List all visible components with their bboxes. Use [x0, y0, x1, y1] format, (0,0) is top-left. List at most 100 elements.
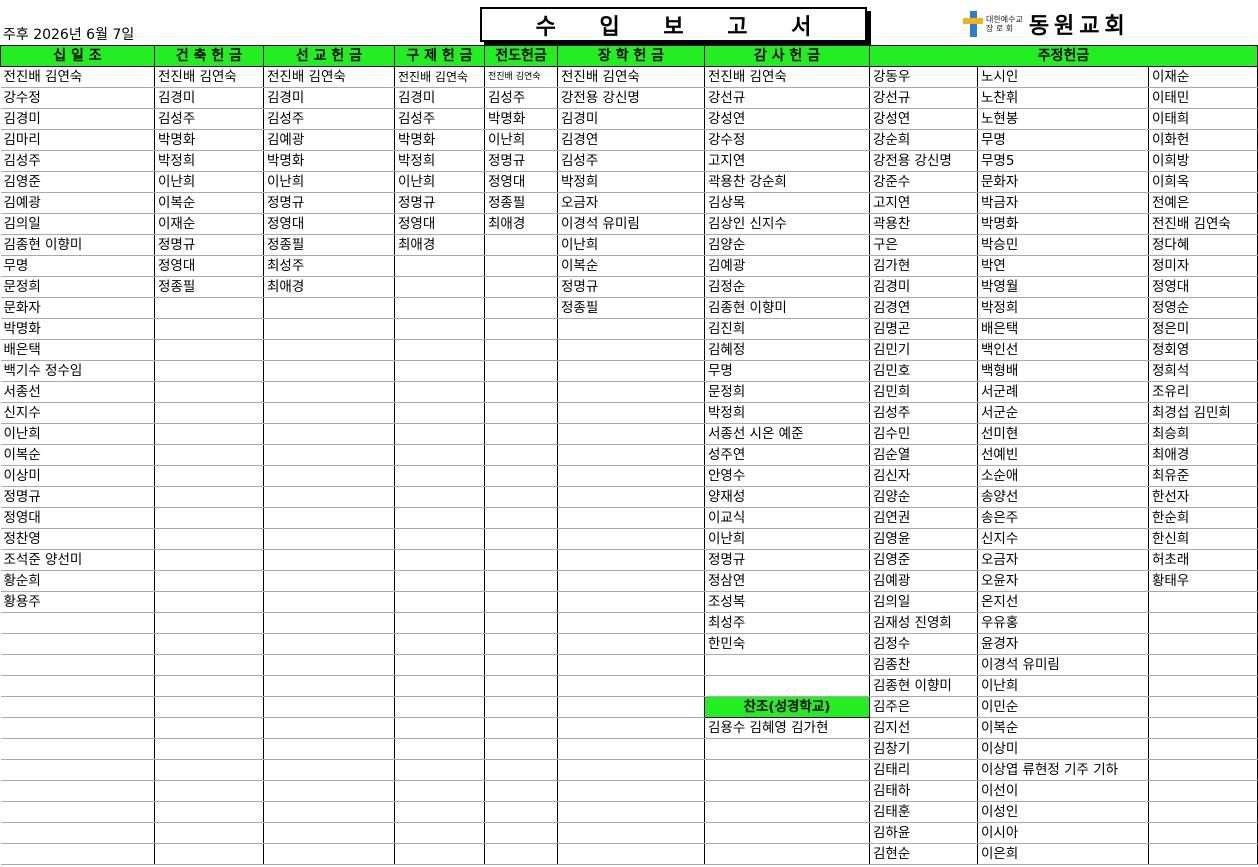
name-cell	[484, 843, 558, 865]
name-cell: 김현순	[869, 843, 978, 865]
name-cell	[394, 528, 485, 550]
name-cell	[484, 402, 558, 424]
name-cell: 문정희	[0, 276, 155, 298]
table-row: 한민숙 김정수 윤경자	[0, 633, 1258, 655]
name-cell: 성주연	[704, 444, 870, 466]
name-cell	[704, 654, 870, 676]
name-cell	[394, 759, 485, 781]
name-cell	[263, 738, 395, 760]
name-cell	[154, 759, 264, 781]
name-cell: 최경섭 김민희	[1148, 402, 1258, 424]
name-cell: 정종필	[263, 234, 395, 256]
name-cell	[263, 444, 395, 466]
name-cell: 이상엽 류현정 기주 기하	[977, 759, 1149, 781]
name-cell: 김정순	[704, 276, 870, 298]
name-cell	[263, 675, 395, 697]
name-cell	[557, 360, 705, 382]
name-cell: 박영월	[977, 276, 1149, 298]
name-cell	[263, 591, 395, 613]
name-cell: 이시아	[977, 822, 1149, 844]
table-row: 전진배 김연숙 전진배 김연숙 전진배 김연숙 전진배 김연숙 전진배 김연숙 전진배 김…	[0, 66, 1258, 88]
name-cell	[1148, 822, 1258, 844]
table-row: 김태하 이선이	[0, 780, 1258, 802]
name-cell: 김가현	[869, 255, 978, 277]
name-cell: 최애경	[394, 234, 485, 256]
name-cell: 이재순	[1148, 66, 1258, 88]
name-cell: 정찬영	[0, 528, 155, 550]
name-cell	[484, 570, 558, 592]
name-cell	[394, 570, 485, 592]
name-cell: 정종필	[154, 276, 264, 298]
header-evangelism: 전도헌금	[484, 45, 558, 67]
name-cell: 안영수	[704, 465, 870, 487]
name-cell	[484, 234, 558, 256]
table-row: 배은택 김혜정 김민기 백인선 정회영	[0, 339, 1258, 361]
name-cell	[263, 780, 395, 802]
name-cell: 곽용찬 강순희	[704, 171, 870, 193]
name-cell	[484, 549, 558, 571]
name-cell	[484, 444, 558, 466]
name-cell: 김순열	[869, 444, 978, 466]
name-cell	[484, 486, 558, 508]
name-cell	[557, 549, 705, 571]
name-cell: 김정수	[869, 633, 978, 655]
table-row: 이난희 서종선 시온 예준 김수민 선미현 최승희	[0, 423, 1258, 445]
name-cell	[154, 486, 264, 508]
name-cell	[154, 402, 264, 424]
name-cell	[557, 717, 705, 739]
name-cell	[557, 843, 705, 865]
name-cell	[263, 507, 395, 529]
name-cell: 서군례	[977, 381, 1149, 403]
name-cell	[557, 528, 705, 550]
table-row: 찬조(성경학교) 김주은 이민순	[0, 696, 1258, 718]
name-cell	[154, 633, 264, 655]
name-cell	[154, 318, 264, 340]
name-cell: 김종현 이향미	[704, 297, 870, 319]
name-cell: 무명	[704, 360, 870, 382]
name-cell: 김성주	[263, 108, 395, 130]
name-cell: 김양순	[869, 486, 978, 508]
name-cell: 오윤자	[977, 570, 1149, 592]
name-cell	[484, 738, 558, 760]
table-row: 김창기 이상미	[0, 738, 1258, 760]
table-row: 정명규 양재성 김양순 송양선 한선자	[0, 486, 1258, 508]
name-cell: 이난희	[704, 528, 870, 550]
name-cell	[484, 654, 558, 676]
table-row: 문정희 정종필 최애경 정명규 김정순 김경미 박영월 정영대	[0, 276, 1258, 298]
name-cell: 이은희	[977, 843, 1149, 865]
name-cell	[0, 654, 155, 676]
name-cell: 이상미	[0, 465, 155, 487]
name-cell	[1148, 654, 1258, 676]
name-cell	[484, 612, 558, 634]
name-cell: 박명화	[154, 129, 264, 151]
name-cell	[557, 696, 705, 718]
name-cell: 곽용찬	[869, 213, 978, 235]
name-cell	[394, 738, 485, 760]
name-cell: 김연권	[869, 507, 978, 529]
name-cell	[263, 570, 395, 592]
name-cell: 김종현 이향미	[869, 675, 978, 697]
name-cell	[263, 360, 395, 382]
name-cell	[0, 633, 155, 655]
name-cell: 김의일	[0, 213, 155, 235]
name-cell	[394, 381, 485, 403]
name-cell	[154, 444, 264, 466]
name-cell: 정영대	[1148, 276, 1258, 298]
name-cell: 강성연	[869, 108, 978, 130]
name-cell: 구은	[869, 234, 978, 256]
name-cell	[154, 612, 264, 634]
name-cell: 최승희	[1148, 423, 1258, 445]
name-cell: 김창기	[869, 738, 978, 760]
name-cell	[557, 486, 705, 508]
name-cell: 이선이	[977, 780, 1149, 802]
name-cell	[154, 528, 264, 550]
name-cell: 한순희	[1148, 507, 1258, 529]
name-cell: 한선자	[1148, 486, 1258, 508]
name-cell	[0, 822, 155, 844]
name-cell: 이복순	[977, 717, 1149, 739]
table-row: 김종현 이향미 이난희	[0, 675, 1258, 697]
name-cell: 이경석 유미림	[977, 654, 1149, 676]
name-cell: 전진배 김연숙	[1148, 213, 1258, 235]
name-cell: 서종선	[0, 381, 155, 403]
name-cell	[557, 381, 705, 403]
